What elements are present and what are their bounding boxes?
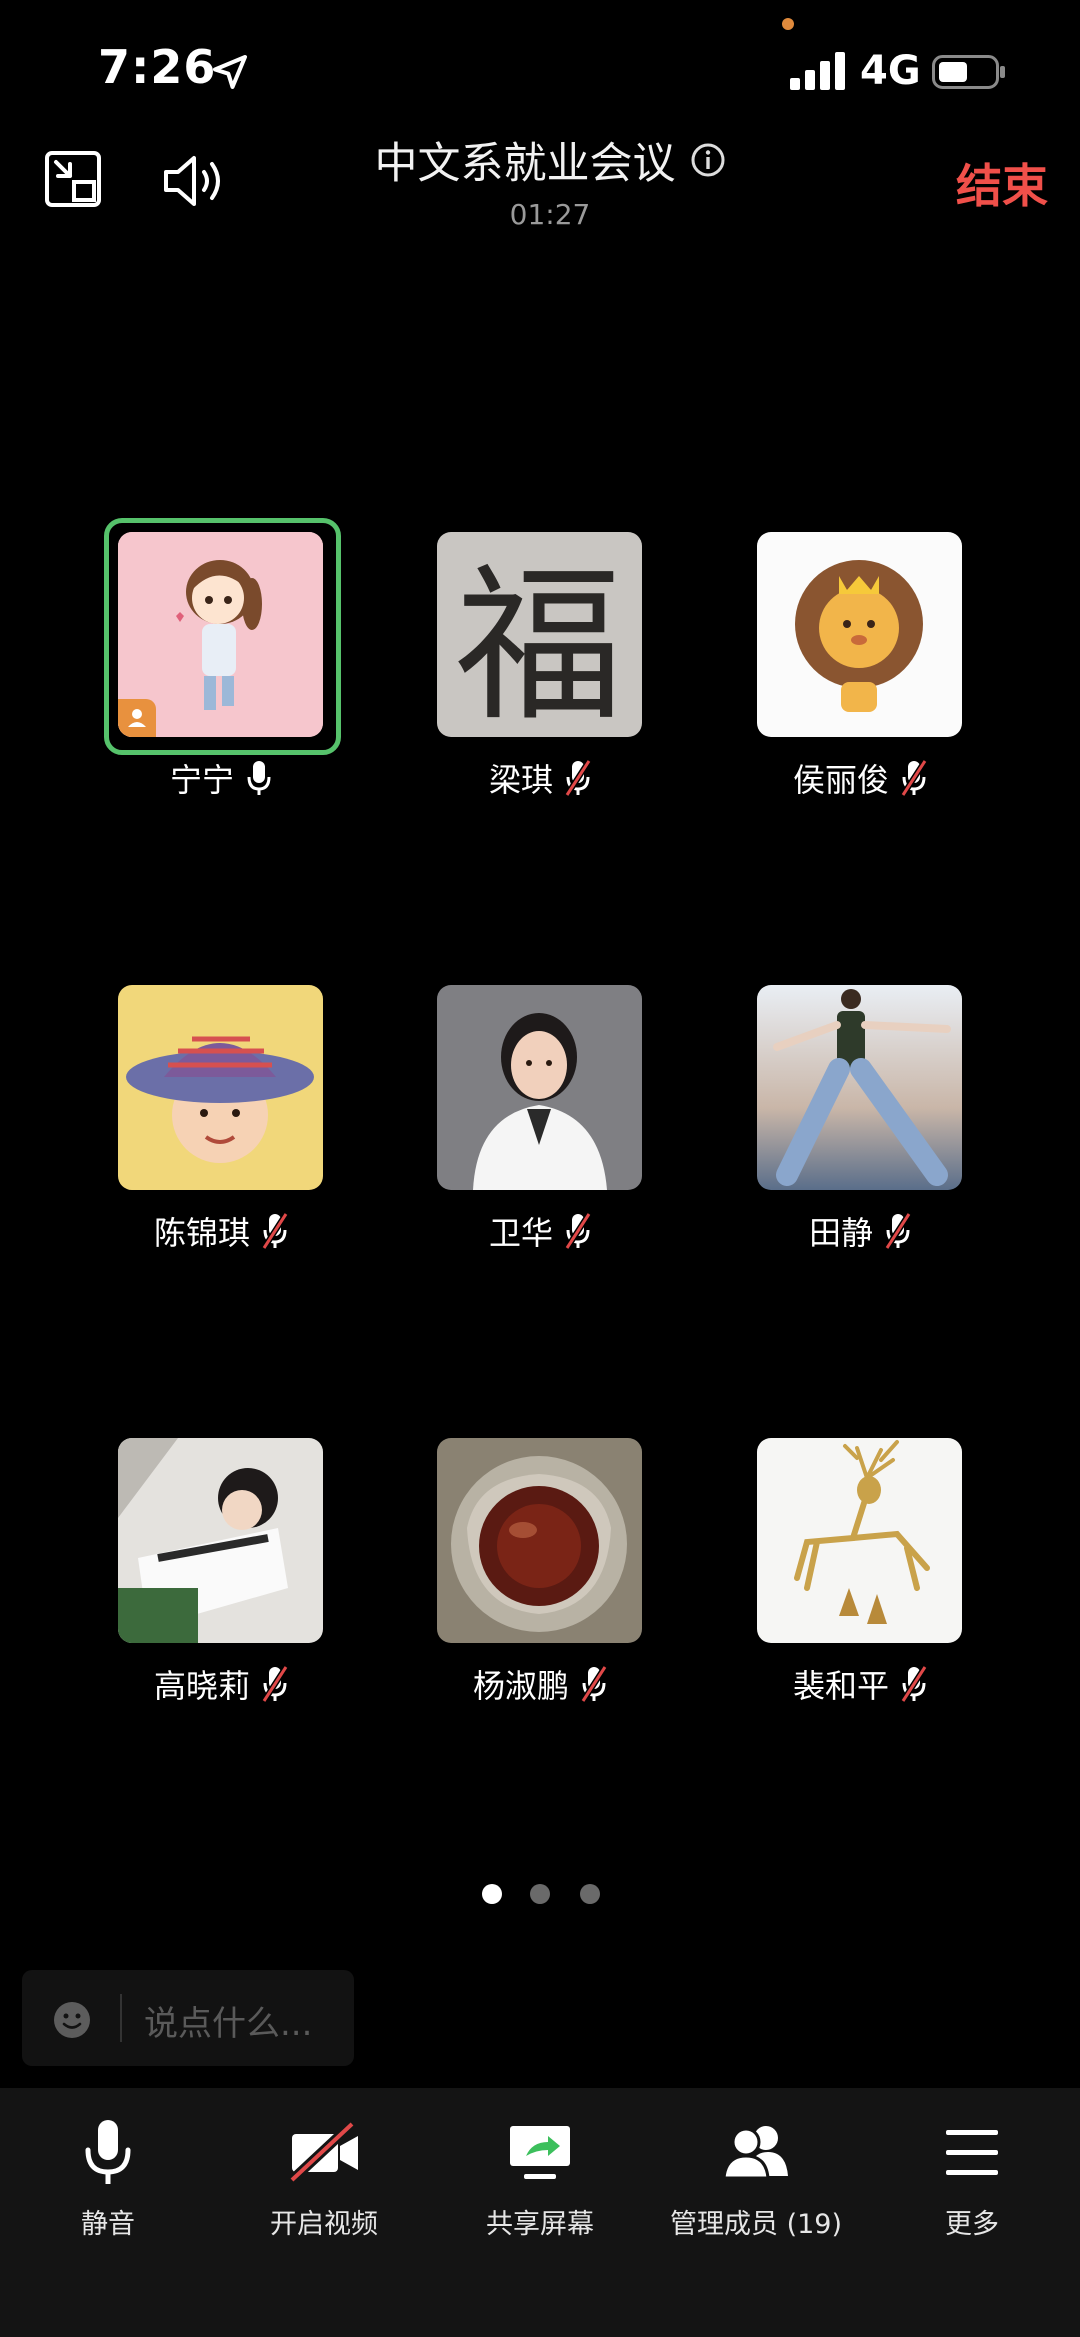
manage-members-label: 管理成员 (19) (669, 2209, 842, 2240)
signal-bars-icon (790, 52, 845, 90)
chat-input[interactable]: 说点什么... (22, 1970, 354, 2066)
participant-label: 侯丽俊 (792, 761, 889, 799)
participant-name-7: 高晓莉 (56, 1662, 386, 1706)
avatar-ningning[interactable] (118, 532, 323, 737)
privacy-indicator-dot (782, 18, 794, 30)
mute-button[interactable]: 静音 (0, 2118, 216, 2241)
page-dot-2[interactable] (530, 1884, 550, 1904)
microphone-icon (85, 2120, 131, 2184)
participant-label: 宁宁 (169, 761, 234, 799)
battery-icon (932, 55, 1005, 89)
participant-label: 梁琪 (488, 761, 553, 799)
meeting-title-group[interactable]: 中文系就业会议 (300, 130, 800, 190)
tea-cup-avatar (437, 1438, 642, 1643)
participant-label: 田静 (808, 1214, 873, 1252)
mic-muted-icon (565, 1212, 591, 1250)
avatar-chenjinqi[interactable] (118, 985, 323, 1190)
location-arrow-icon (213, 55, 247, 89)
participant-name-8: 杨淑鹏 (375, 1662, 705, 1706)
chat-placeholder: 说点什么... (144, 2004, 313, 2044)
emoji-icon[interactable] (52, 2000, 92, 2040)
lion-avatar (757, 532, 962, 737)
start-video-button[interactable]: 开启视频 (216, 2118, 432, 2241)
host-badge-icon (118, 699, 156, 737)
more-label: 更多 (945, 2209, 999, 2240)
participant-name-6: 田静 (695, 1209, 1025, 1253)
participant-name-1: 宁宁 (56, 756, 386, 800)
network-type: 4G (860, 48, 921, 94)
participant-name-3: 侯丽俊 (695, 756, 1025, 800)
mic-muted-icon (901, 759, 927, 797)
info-icon[interactable] (690, 142, 726, 178)
golden-deer-avatar (757, 1438, 962, 1643)
share-screen-icon (510, 2126, 570, 2179)
share-screen-button[interactable]: 共享屏幕 (432, 2118, 648, 2241)
manage-members-button[interactable]: 管理成员 (19) (648, 2118, 864, 2241)
video-off-icon (288, 2120, 358, 2184)
mic-muted-icon (581, 1665, 607, 1703)
mic-on-icon (247, 761, 271, 795)
page-dot-3[interactable] (580, 1884, 600, 1904)
mic-muted-icon (262, 1212, 288, 1250)
participant-name-5: 卫华 (375, 1209, 705, 1253)
avatar-liangqi[interactable]: 福 (437, 532, 642, 737)
mic-muted-icon (262, 1665, 288, 1703)
share-screen-label: 共享屏幕 (486, 2209, 594, 2240)
walking-person-avatar (757, 985, 962, 1190)
avatar-yangshupeng[interactable] (437, 1438, 642, 1643)
participant-label: 裴和平 (792, 1667, 889, 1705)
woman-portrait-avatar (437, 985, 642, 1190)
meeting-duration: 01:27 (509, 198, 591, 231)
status-time: 7:26 (98, 40, 217, 94)
fu-character-avatar: 福 (437, 532, 642, 737)
avatar-weihua[interactable] (437, 985, 642, 1190)
meeting-title: 中文系就业会议 (374, 139, 676, 189)
bottom-toolbar: 静音 开启视频 共享屏幕 管理成员 (19) 更多 (0, 2088, 1080, 2337)
boy-hat-avatar (118, 985, 323, 1190)
mute-label: 静音 (81, 2209, 135, 2240)
participant-label: 杨淑鹏 (472, 1667, 569, 1705)
participant-label: 高晓莉 (153, 1667, 250, 1705)
end-meeting-button[interactable]: 结束 (956, 150, 1048, 216)
members-icon (722, 2126, 788, 2180)
svg-text:福: 福 (455, 548, 623, 737)
menu-icon (946, 2130, 998, 2175)
more-button[interactable]: 更多 (864, 2118, 1080, 2241)
participant-label: 卫华 (488, 1214, 553, 1252)
participant-name-4: 陈锦琪 (56, 1209, 386, 1253)
avatar-gaoxiaoli[interactable] (118, 1438, 323, 1643)
speaker-icon[interactable] (162, 150, 228, 212)
mic-muted-icon (901, 1665, 927, 1703)
start-video-label: 开启视频 (270, 2209, 378, 2240)
avatar-tianjing[interactable] (757, 985, 962, 1190)
avatar-houlijun[interactable] (757, 532, 962, 737)
participant-name-9: 裴和平 (695, 1662, 1025, 1706)
avatar-peiheping[interactable] (757, 1438, 962, 1643)
chat-divider (120, 1994, 122, 2042)
page-dot-1[interactable] (482, 1884, 502, 1904)
participant-name-2: 梁琪 (375, 756, 705, 800)
mic-muted-icon (885, 1212, 911, 1250)
exit-pip-icon[interactable] (44, 150, 102, 208)
participant-label: 陈锦琪 (153, 1214, 250, 1252)
person-tilted-avatar (118, 1438, 323, 1643)
mic-muted-icon (565, 759, 591, 797)
